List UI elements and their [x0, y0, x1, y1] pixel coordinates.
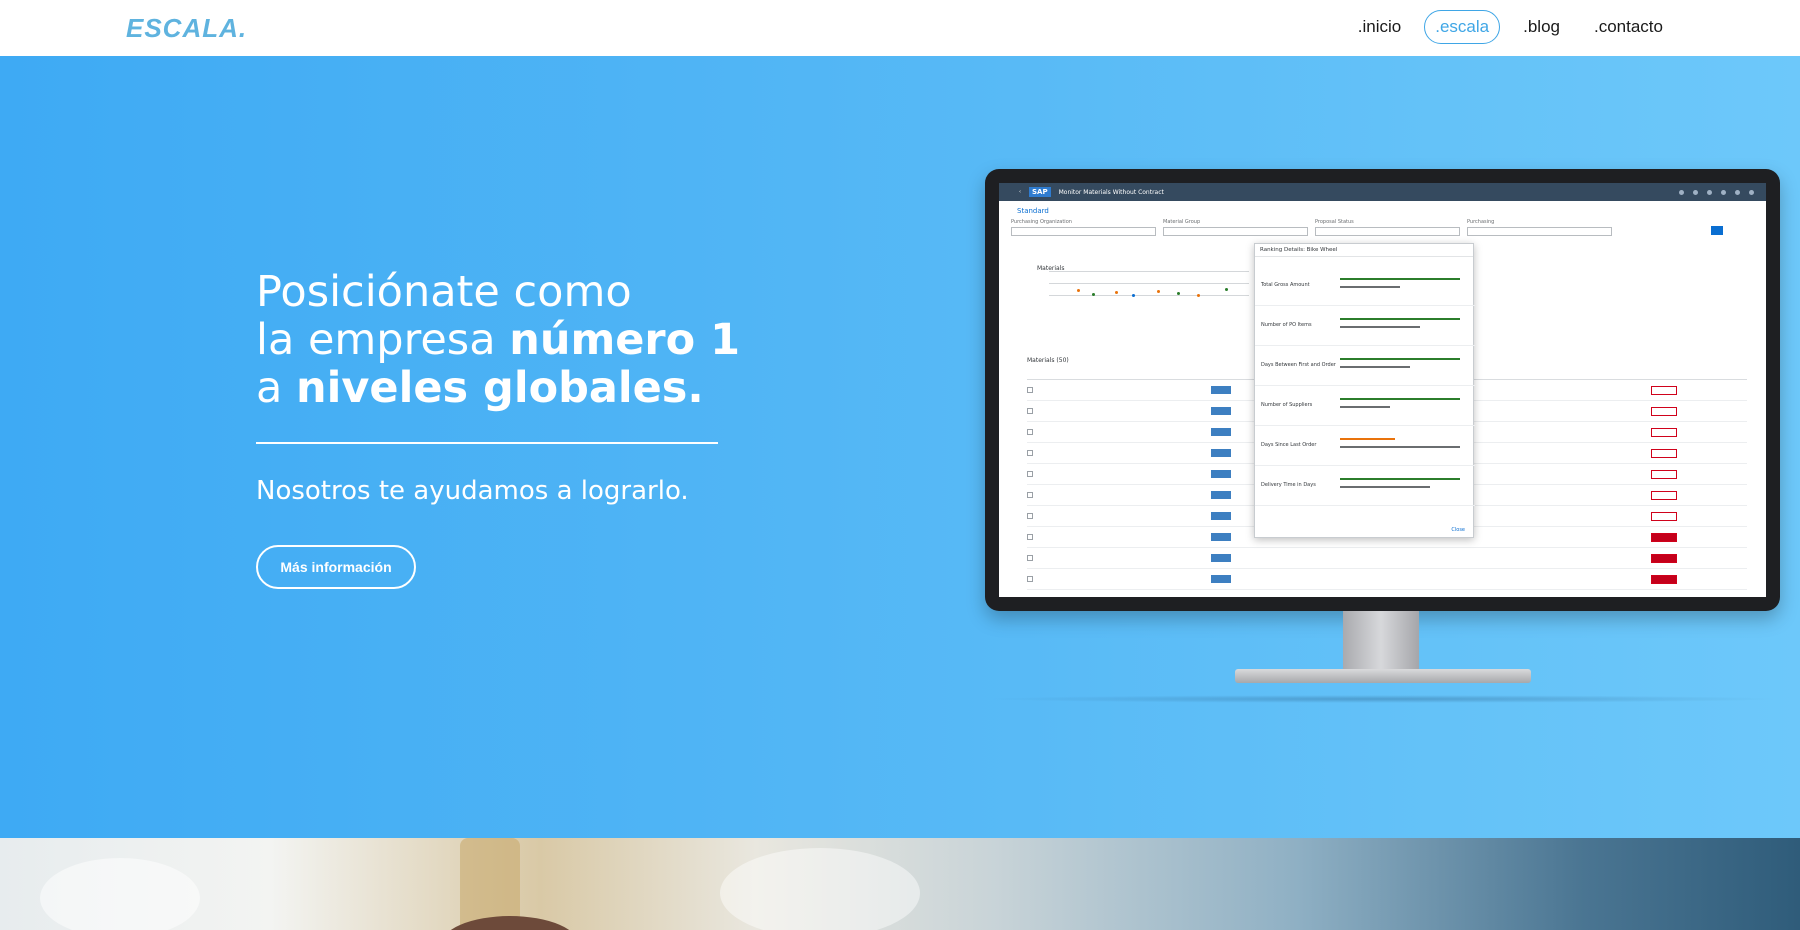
popover-row: Number of Suppliers	[1255, 386, 1475, 426]
screen-chart: Materials	[1037, 255, 1252, 325]
popover-row: Days Between First and Order	[1255, 346, 1475, 386]
popover-row: Days Since Last Order	[1255, 426, 1475, 466]
screen-filter-field	[1163, 227, 1308, 236]
nav-inicio[interactable]: .inicio	[1347, 10, 1412, 44]
screen-filter-field	[1315, 227, 1460, 236]
escala-logo[interactable]: ESCALA.	[126, 12, 248, 43]
screen-filter-label: Proposal Status	[1315, 219, 1354, 225]
sap-logo: SAP	[1029, 187, 1051, 197]
logo-text: ESCALA.	[126, 12, 248, 43]
monitor-shadow	[985, 695, 1780, 703]
screen-ranking-popover: Ranking Details: Bike Wheel Total Gross …	[1254, 243, 1475, 538]
nav-escala[interactable]: .escala	[1424, 10, 1501, 44]
hero-headline: Posiciónate como la empresa número 1 a n…	[256, 268, 740, 412]
site-header: ESCALA. .inicio .escala .blog .contacto	[0, 0, 1800, 56]
headline-line-3: a niveles globales.	[256, 363, 704, 413]
screen-filter-bar: Standard Purchasing Organization Materia…	[1011, 207, 1751, 247]
screen-filter-field	[1467, 227, 1612, 236]
screen-filter-label: Purchasing	[1467, 219, 1495, 225]
screen-filter-label: Purchasing Organization	[1011, 219, 1072, 225]
back-icon: ‹	[1019, 189, 1021, 195]
popover-title: Ranking Details: Bike Wheel	[1255, 244, 1473, 257]
hero-subline: Nosotros te ayudamos a lograrlo.	[256, 476, 689, 506]
mas-informacion-button[interactable]: Más información	[256, 545, 416, 589]
screen-filter-label: Material Group	[1163, 219, 1201, 225]
headline-line-1: Posiciónate como	[256, 267, 632, 317]
nav-contacto[interactable]: .contacto	[1583, 10, 1674, 44]
table-row	[1027, 548, 1747, 569]
popover-row: Total Gross Amount	[1255, 266, 1475, 306]
screen-app-bar: ‹ SAP Monitor Materials Without Contract	[999, 183, 1766, 201]
hero-divider	[256, 442, 718, 444]
monitor-screen: ‹ SAP Monitor Materials Without Contract…	[999, 183, 1766, 597]
hero-section: Posiciónate como la empresa número 1 a n…	[0, 56, 1800, 838]
popover-row: Number of PO Items	[1255, 306, 1475, 346]
popover-row: Delivery Time in Days	[1255, 466, 1475, 506]
monitor-mockup: ‹ SAP Monitor Materials Without Contract…	[985, 169, 1780, 703]
popover-close: Close	[1451, 527, 1465, 533]
monitor-base	[1235, 669, 1531, 683]
next-section-photo	[0, 838, 1800, 930]
headline-line-2: la empresa número 1	[256, 315, 741, 365]
main-nav: .inicio .escala .blog .contacto	[1347, 10, 1674, 44]
nav-blog[interactable]: .blog	[1512, 10, 1571, 44]
monitor-neck	[1343, 611, 1419, 673]
screen-toolbar-icons	[1679, 189, 1754, 195]
monitor-frame: ‹ SAP Monitor Materials Without Contract…	[985, 169, 1780, 611]
screen-variant: Standard	[1017, 207, 1049, 215]
table-row	[1027, 569, 1747, 590]
screen-filter-field	[1011, 227, 1156, 236]
screen-app-title: Monitor Materials Without Contract	[1058, 188, 1164, 196]
screen-go-button	[1711, 226, 1723, 235]
